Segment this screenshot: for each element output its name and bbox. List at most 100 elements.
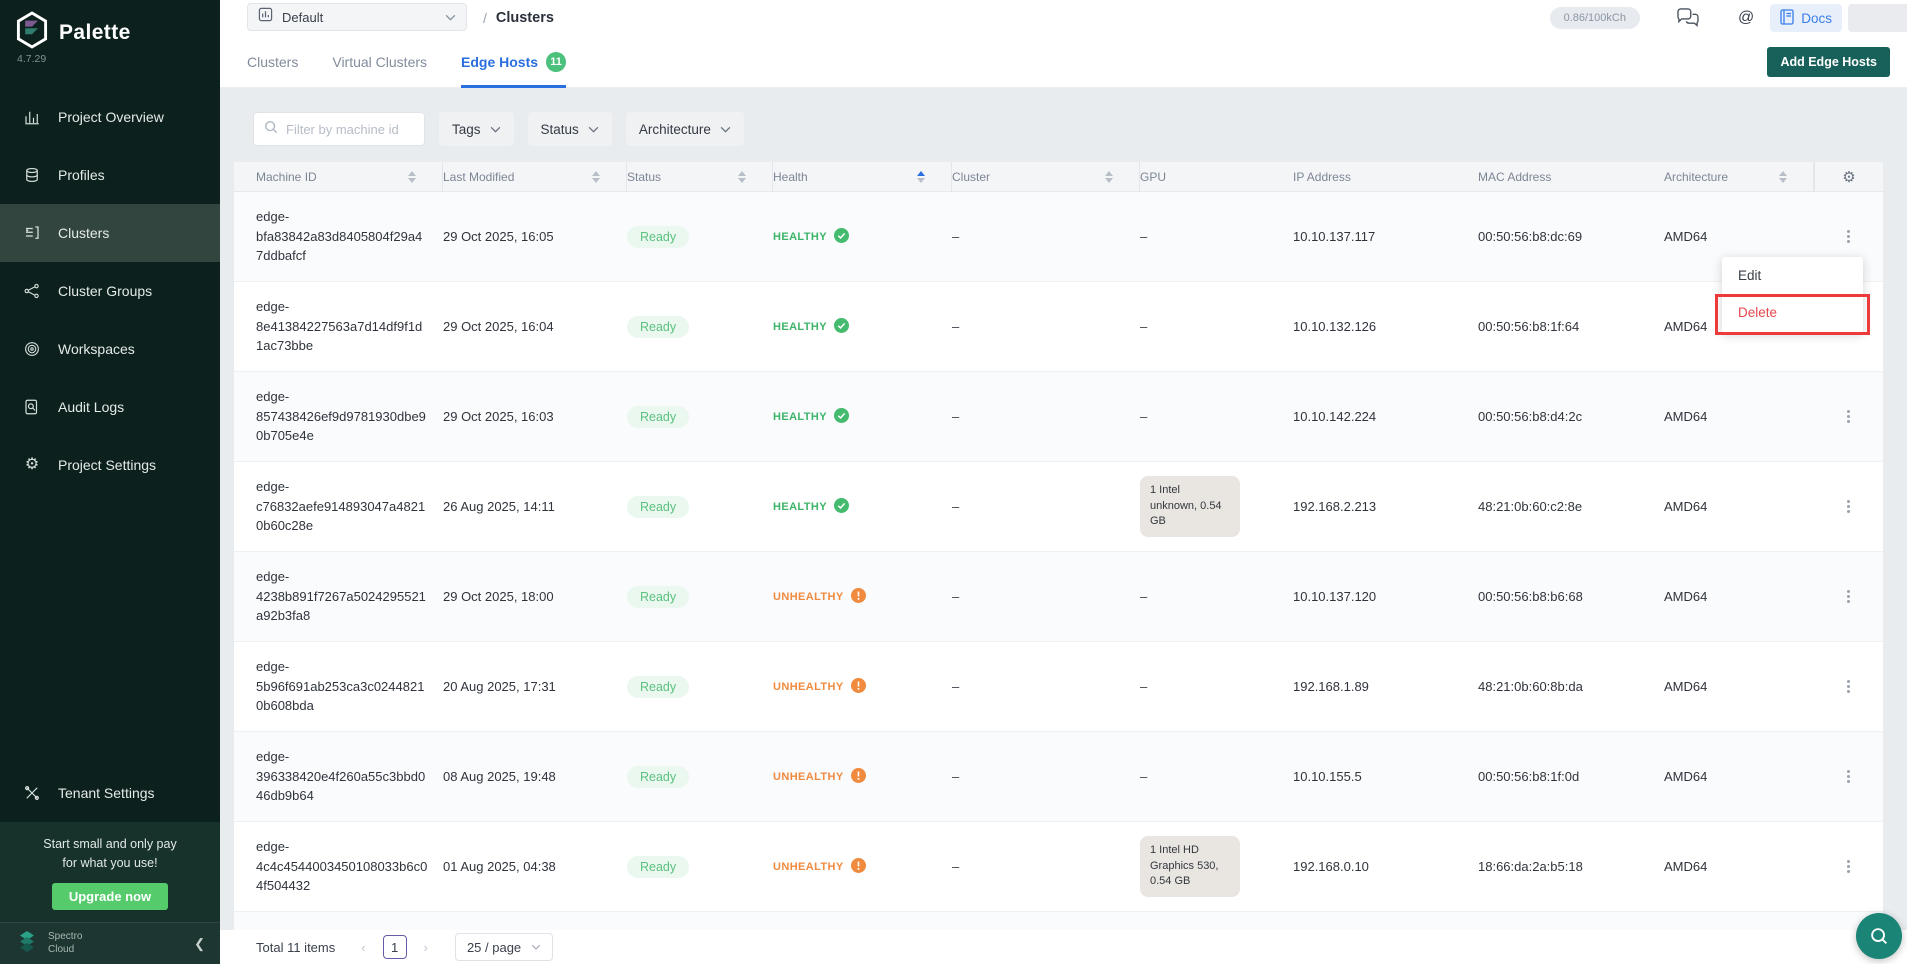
column-header-architecture[interactable]: Architecture	[1664, 162, 1814, 192]
search-input[interactable]	[286, 122, 406, 137]
tabs: Clusters Virtual Clusters Edge Hosts11	[247, 36, 566, 88]
gpu-cell: –	[1140, 769, 1293, 784]
page-number-button[interactable]: 1	[383, 935, 407, 959]
table-row[interactable]: edge-4c4c4544003450108033b6c04f504432 01…	[234, 822, 1883, 912]
status-badge: Ready	[627, 496, 689, 518]
filter-dropdown-tags[interactable]: Tags	[439, 112, 514, 146]
table-row[interactable]: edge-857438426ef9d9781930dbe90b705e4e 29…	[234, 372, 1883, 462]
alert-circle-icon	[851, 678, 866, 696]
table-row[interactable]: edge-4238b891f7267a5024295521a92b3fa8 29…	[234, 552, 1883, 642]
sort-arrows-icon[interactable]	[917, 171, 925, 183]
gpu-cell: –	[1140, 679, 1293, 694]
tab-virtual-clusters[interactable]: Virtual Clusters	[332, 36, 427, 88]
sidebar-item-label: Profiles	[58, 167, 105, 183]
last-modified-cell: 29 Oct 2025, 16:05	[443, 229, 627, 244]
add-edge-hosts-button[interactable]: Add Edge Hosts	[1767, 47, 1890, 77]
upgrade-now-button[interactable]: Upgrade now	[52, 883, 168, 910]
machine-id-cell: edge-4c4c4544003450108033b6c04f504432	[256, 827, 428, 906]
sort-arrows-icon[interactable]	[1779, 171, 1787, 183]
tab-edge-hosts[interactable]: Edge Hosts11	[461, 36, 566, 88]
sidebar-item-project-overview[interactable]: Project Overview	[0, 88, 220, 146]
table-row[interactable]: edge-396338420e4f260a55c3bbd046db9b64 08…	[234, 732, 1883, 822]
architecture-cell: AMD64	[1664, 229, 1814, 244]
sort-arrows-icon[interactable]	[592, 171, 600, 183]
row-actions-kebab-icon[interactable]	[1843, 496, 1854, 517]
project-selector[interactable]: Default	[247, 3, 467, 31]
table-settings-gear-icon[interactable]: ⚙	[1842, 168, 1855, 186]
column-header-status[interactable]: Status	[627, 162, 773, 192]
cluster-cell: –	[952, 499, 1140, 514]
next-page-icon[interactable]: ›	[424, 940, 428, 955]
column-header-gpu: GPU	[1140, 162, 1293, 192]
health-label: UNHEALTHY	[773, 861, 844, 873]
table-row[interactable]: edge-c76832aefe914893047a48210b60c28e 26…	[234, 462, 1883, 552]
row-actions-kebab-icon[interactable]	[1843, 676, 1854, 697]
status-badge: Ready	[627, 586, 689, 608]
mac-address-cell: 00:50:56:b8:d4:2c	[1478, 409, 1664, 424]
machine-id-cell: edge-8e41384227563a7d14df9f1d1ac73bbe	[256, 287, 428, 366]
chat-icon[interactable]	[1676, 8, 1700, 28]
last-modified-cell: 08 Aug 2025, 19:48	[443, 769, 627, 784]
sidebar-item-tenant-settings[interactable]: Tenant Settings	[0, 764, 220, 822]
machine-id-cell: edge-bfa83842a83d8405804f29a47ddbafcf	[256, 197, 428, 276]
health-cell: HEALTHY	[773, 228, 952, 246]
column-header-cluster[interactable]: Cluster	[952, 162, 1140, 192]
tenant-settings-nav: Tenant Settings	[0, 764, 220, 822]
sidebar-item-profiles[interactable]: Profiles	[0, 146, 220, 204]
tab-clusters[interactable]: Clusters	[247, 36, 298, 88]
collapse-sidebar-icon[interactable]: ❮	[194, 936, 205, 952]
column-header-last-modified[interactable]: Last Modified	[443, 162, 627, 192]
sort-arrows-icon[interactable]	[1105, 171, 1113, 183]
column-header-machine-id[interactable]: Machine ID	[256, 162, 443, 192]
table-row[interactable]: edge-8e41384227563a7d14df9f1d1ac73bbe 29…	[234, 282, 1883, 372]
chevron-down-icon	[445, 8, 456, 26]
chat-bubble-icon	[1868, 925, 1890, 947]
prev-page-icon[interactable]: ‹	[361, 940, 365, 955]
docs-button[interactable]: Docs	[1770, 4, 1842, 32]
cluster-cell: –	[952, 859, 1140, 874]
compass-icon[interactable]: @	[1738, 9, 1754, 27]
sort-arrows-icon[interactable]	[408, 171, 416, 183]
sidebar: Palette 4.7.29 Project OverviewProfilesC…	[0, 0, 220, 964]
check-circle-icon	[834, 498, 849, 516]
table-row[interactable]: edge-bfa83842a83d8405804f29a47ddbafcf 29…	[234, 192, 1883, 282]
architecture-cell: AMD64	[1664, 589, 1814, 604]
last-modified-cell: 29 Oct 2025, 16:03	[443, 409, 627, 424]
health-label: HEALTHY	[773, 321, 827, 333]
tabsbar: Clusters Virtual Clusters Edge Hosts11 Add…	[220, 36, 1907, 88]
sidebar-item-clusters[interactable]: Clusters	[0, 204, 220, 262]
row-actions-kebab-icon[interactable]	[1843, 586, 1854, 607]
row-context-menu: EditDelete	[1722, 257, 1863, 333]
sort-arrows-icon[interactable]	[738, 171, 746, 183]
sidebar-item-audit-logs[interactable]: Audit Logs	[0, 378, 220, 436]
machine-id-cell: edge-c76832aefe914893047a48210b60c28e	[256, 467, 428, 546]
brand-logo[interactable]: Palette	[15, 11, 131, 54]
row-actions-kebab-icon[interactable]	[1843, 856, 1854, 877]
page-size-select[interactable]: 25 / page	[455, 933, 553, 961]
cluster-cell: –	[952, 589, 1140, 604]
ip-address-cell: 10.10.137.117	[1293, 229, 1478, 244]
mac-address-cell: 48:21:0b:60:c2:8e	[1478, 499, 1664, 514]
architecture-cell: AMD64	[1664, 409, 1814, 424]
row-actions-kebab-icon[interactable]	[1843, 406, 1854, 427]
machine-id-cell: edge-4238b891f7267a5024295521a92b3fa8	[256, 557, 428, 636]
filter-dropdown-status[interactable]: Status	[528, 112, 612, 146]
user-menu-partial[interactable]	[1848, 4, 1907, 32]
chat-launcher-button[interactable]	[1856, 913, 1902, 959]
machine-id-cell: edge-396338420e4f260a55c3bbd046db9b64	[256, 737, 428, 816]
sidebar-item-label: Workspaces	[58, 341, 135, 357]
sidebar-item-workspaces[interactable]: Workspaces	[0, 320, 220, 378]
column-header-health[interactable]: Health	[773, 162, 952, 192]
table-row[interactable]: edge-5b96f691ab253ca3c02448210b608bda 20…	[234, 642, 1883, 732]
column-label: MAC Address	[1478, 170, 1551, 184]
row-actions-kebab-icon[interactable]	[1843, 766, 1854, 787]
row-actions-kebab-icon[interactable]	[1843, 226, 1854, 247]
network-icon	[22, 281, 42, 301]
chart-icon	[22, 107, 42, 127]
filter-dropdown-architecture[interactable]: Architecture	[626, 112, 744, 146]
context-menu-item-edit[interactable]: Edit	[1722, 257, 1863, 294]
sidebar-item-cluster-groups[interactable]: Cluster Groups	[0, 262, 220, 320]
machine-id-search[interactable]	[253, 112, 425, 146]
sidebar-item-project-settings[interactable]: ⚙Project Settings	[0, 436, 220, 494]
context-menu-item-delete[interactable]: Delete	[1722, 294, 1863, 331]
